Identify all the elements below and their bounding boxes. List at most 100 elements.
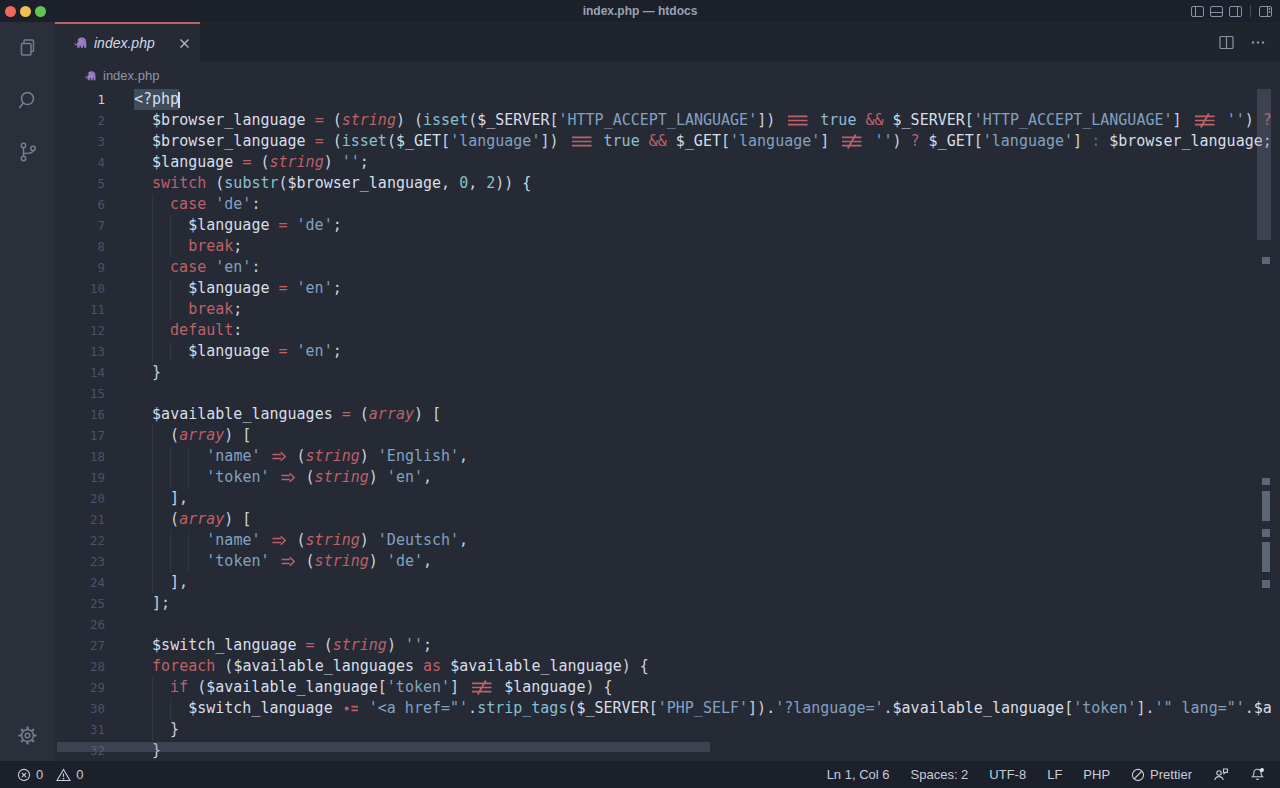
explorer-icon[interactable] [0, 22, 55, 74]
code-editor[interactable]: 1<?php2$browser_language = (string) (iss… [55, 89, 1280, 761]
code-line[interactable]: 15 [55, 383, 1280, 404]
line-number: 19 [55, 467, 105, 488]
line-number: 1 [55, 89, 105, 110]
feedback-icon[interactable] [1213, 767, 1229, 782]
overview-ruler-mark [1262, 542, 1270, 572]
vertical-scrollbar[interactable] [1257, 89, 1271, 240]
line-number: 30 [55, 698, 105, 719]
code-line[interactable]: 5switch (substr($browser_language, 0, 2)… [55, 173, 1280, 194]
window-title: index.php — htdocs [0, 0, 1280, 22]
code-line[interactable]: 4$language = (string) ''; [55, 152, 1280, 173]
line-number: 24 [55, 572, 105, 593]
code-line[interactable]: 18'name' (string) 'English', [55, 446, 1280, 467]
indentation[interactable]: Spaces: 2 [911, 767, 969, 782]
notifications-bell-icon[interactable] [1250, 767, 1265, 782]
code-line[interactable]: 19'token' (string) 'en', [55, 467, 1280, 488]
code-line[interactable]: 20], [55, 488, 1280, 509]
overview-ruler-mark [1262, 491, 1270, 521]
cursor-position[interactable]: Ln 1, Col 6 [827, 767, 890, 782]
line-number: 11 [55, 299, 105, 320]
line-number: 25 [55, 593, 105, 614]
line-number: 4 [55, 152, 105, 173]
line-number: 20 [55, 488, 105, 509]
status-bar: 0 0 Ln 1, Col 6 Spaces: 2 UTF-8 LF PHP P… [0, 761, 1280, 788]
code-line[interactable]: 14} [55, 362, 1280, 383]
code-line[interactable]: 25]; [55, 593, 1280, 614]
code-line[interactable]: 11break; [55, 299, 1280, 320]
line-number: 18 [55, 446, 105, 467]
code-line[interactable]: 9case 'en': [55, 257, 1280, 278]
line-number: 8 [55, 236, 105, 257]
formatter-status[interactable]: Prettier [1131, 767, 1192, 782]
code-line[interactable]: 6case 'de': [55, 194, 1280, 215]
code-line[interactable]: 1<?php [55, 89, 1280, 110]
errors-count[interactable]: 0 [36, 767, 43, 782]
toggle-secondary-sidebar-icon[interactable] [1229, 6, 1242, 17]
code-line[interactable]: 2$browser_language = (string) (isset($_S… [55, 110, 1280, 131]
line-number: 7 [55, 215, 105, 236]
line-number: 17 [55, 425, 105, 446]
code-line[interactable]: 13$language = 'en'; [55, 341, 1280, 362]
php-file-icon [83, 69, 97, 83]
code-line[interactable]: 23'token' (string) 'de', [55, 551, 1280, 572]
errors-icon[interactable] [17, 768, 31, 782]
line-number: 10 [55, 278, 105, 299]
line-number: 31 [55, 719, 105, 740]
line-number: 12 [55, 320, 105, 341]
vscode-window: index.php — htdocs index.php index.php 1 [0, 0, 1280, 788]
line-number: 15 [55, 383, 105, 404]
language-mode[interactable]: PHP [1083, 767, 1110, 782]
encoding[interactable]: UTF-8 [989, 767, 1026, 782]
overview-ruler-mark [1262, 529, 1270, 537]
code-line[interactable]: 8break; [55, 236, 1280, 257]
code-line[interactable]: 21(array) [ [55, 509, 1280, 530]
line-number: 2 [55, 110, 105, 131]
code-line[interactable]: 16$available_languages = (array) [ [55, 404, 1280, 425]
line-number: 23 [55, 551, 105, 572]
code-line[interactable]: 28foreach ($available_languages as $avai… [55, 656, 1280, 677]
eol-sequence[interactable]: LF [1047, 767, 1062, 782]
line-number: 9 [55, 257, 105, 278]
code-line[interactable]: 24], [55, 572, 1280, 593]
code-line[interactable]: 10$language = 'en'; [55, 278, 1280, 299]
code-line[interactable]: 29if ($available_language['token'] $lang… [55, 677, 1280, 698]
settings-gear-icon[interactable] [0, 709, 55, 761]
text-cursor [178, 92, 180, 108]
line-number: 13 [55, 341, 105, 362]
breadcrumb[interactable]: index.php [55, 62, 1280, 89]
tab-close-icon[interactable] [179, 38, 190, 49]
line-number: 27 [55, 635, 105, 656]
code-line[interactable]: 17(array) [ [55, 425, 1280, 446]
line-number: 14 [55, 362, 105, 383]
toggle-sidebar-icon[interactable] [1191, 6, 1204, 17]
toggle-panel-icon[interactable] [1210, 6, 1223, 17]
overview-ruler-mark [1262, 257, 1270, 264]
code-line[interactable]: 26 [55, 614, 1280, 635]
breadcrumb-item[interactable]: index.php [103, 68, 159, 83]
search-icon[interactable] [0, 74, 55, 126]
code-line[interactable]: 7$language = 'de'; [55, 215, 1280, 236]
code-line[interactable]: 12default: [55, 320, 1280, 341]
warnings-count[interactable]: 0 [76, 767, 83, 782]
activity-bar [0, 22, 55, 761]
code-line[interactable]: 3$browser_language = (isset($_GET['langu… [55, 131, 1280, 152]
php-file-icon [72, 35, 88, 51]
tab-bar: index.php [55, 22, 1280, 62]
overview-ruler-mark [1262, 478, 1270, 485]
code-line[interactable]: 27$switch_language = (string) ''; [55, 635, 1280, 656]
code-line[interactable]: 31} [55, 719, 1280, 740]
titlebar-separator [1250, 5, 1251, 17]
tab-index-php[interactable]: index.php [55, 22, 200, 62]
customize-layout-icon[interactable] [1259, 6, 1272, 17]
line-number: 6 [55, 194, 105, 215]
code-line[interactable]: 30$switch_language '<a href="'.strip_tag… [55, 698, 1280, 719]
code-line[interactable]: 22'name' (string) 'Deutsch', [55, 530, 1280, 551]
more-actions-icon[interactable] [1250, 35, 1266, 50]
line-number: 28 [55, 656, 105, 677]
source-control-icon[interactable] [0, 126, 55, 178]
warnings-icon[interactable] [56, 768, 71, 782]
line-number: 21 [55, 509, 105, 530]
horizontal-scrollbar[interactable] [57, 742, 710, 752]
split-editor-icon[interactable] [1219, 35, 1234, 50]
overview-ruler-mark [1262, 580, 1270, 588]
